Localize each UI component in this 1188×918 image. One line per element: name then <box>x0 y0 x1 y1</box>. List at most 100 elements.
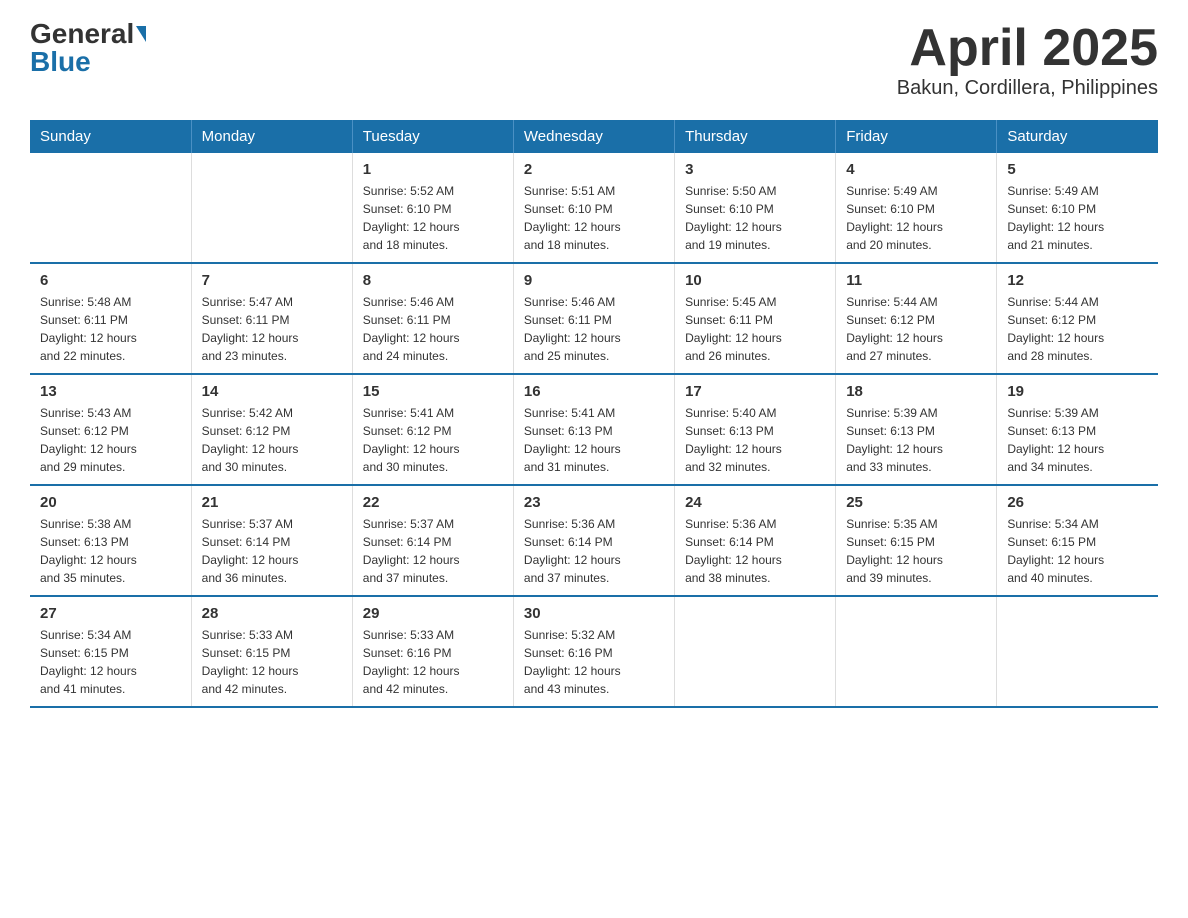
day-info: Sunrise: 5:36 AMSunset: 6:14 PMDaylight:… <box>524 515 664 587</box>
day-info: Sunrise: 5:48 AMSunset: 6:11 PMDaylight:… <box>40 293 181 365</box>
day-info: Sunrise: 5:38 AMSunset: 6:13 PMDaylight:… <box>40 515 181 587</box>
calendar-cell: 11 Sunrise: 5:44 AMSunset: 6:12 PMDayligh… <box>836 263 997 374</box>
day-header-tuesday: Tuesday <box>352 120 513 153</box>
calendar-cell: 20Sunrise: 5:38 AMSunset: 6:13 PMDayligh… <box>30 485 191 596</box>
week-row-1: 1 Sunrise: 5:52 AMSunset: 6:10 PMDaylight… <box>30 153 1158 263</box>
title-block: April 2025 Bakun, Cordillera, Philippine… <box>897 20 1158 100</box>
day-info: Sunrise: 5:33 AMSunset: 6:16 PMDaylight:… <box>363 626 503 698</box>
day-info: Sunrise: 5:40 AMSunset: 6:13 PMDaylight:… <box>685 404 825 476</box>
day-number: 17 <box>685 383 825 400</box>
day-info: Sunrise: 5:32 AMSunset: 6:16 PMDaylight:… <box>524 626 664 698</box>
day-number: 22 <box>363 494 503 511</box>
day-number: 16 <box>524 383 664 400</box>
day-number: 15 <box>363 383 503 400</box>
day-number: 30 <box>524 605 664 622</box>
day-info: Sunrise: 5:43 AMSunset: 6:12 PMDaylight:… <box>40 404 181 476</box>
day-header-wednesday: Wednesday <box>513 120 674 153</box>
calendar-cell: 21Sunrise: 5:37 AMSunset: 6:14 PMDayligh… <box>191 485 352 596</box>
day-info: Sunrise: 5:35 AMSunset: 6:15 PMDaylight:… <box>846 515 986 587</box>
day-info: Sunrise: 5:39 AMSunset: 6:13 PMDaylight:… <box>846 404 986 476</box>
day-info: Sunrise: 5:37 AMSunset: 6:14 PMDaylight:… <box>363 515 503 587</box>
calendar-cell: 24Sunrise: 5:36 AMSunset: 6:14 PMDayligh… <box>675 485 836 596</box>
calendar-cell: 4 Sunrise: 5:49 AMSunset: 6:10 PMDaylight… <box>836 153 997 263</box>
day-info: Sunrise: 5:49 AMSunset: 6:10 PMDaylight:… <box>846 182 986 254</box>
week-row-3: 13 Sunrise: 5:43 AMSunset: 6:12 PMDayligh… <box>30 374 1158 485</box>
calendar-cell: 9Sunrise: 5:46 AMSunset: 6:11 PMDaylight… <box>513 263 674 374</box>
week-row-5: 27 Sunrise: 5:34 AMSunset: 6:15 PMDayligh… <box>30 596 1158 707</box>
day-number: 6 <box>40 272 181 289</box>
calendar-cell <box>997 596 1158 707</box>
calendar-cell: 29 Sunrise: 5:33 AMSunset: 6:16 PMDayligh… <box>352 596 513 707</box>
day-info: Sunrise: 5:34 AMSunset: 6:15 PMDaylight:… <box>40 626 181 698</box>
day-info: Sunrise: 5:49 AMSunset: 6:10 PMDaylight:… <box>1007 182 1148 254</box>
week-row-4: 20Sunrise: 5:38 AMSunset: 6:13 PMDayligh… <box>30 485 1158 596</box>
day-info: Sunrise: 5:50 AMSunset: 6:10 PMDaylight:… <box>685 182 825 254</box>
day-number: 25 <box>846 494 986 511</box>
day-header-sunday: Sunday <box>30 120 191 153</box>
day-number: 3 <box>685 161 825 178</box>
calendar-cell: 8Sunrise: 5:46 AMSunset: 6:11 PMDaylight… <box>352 263 513 374</box>
day-info: Sunrise: 5:46 AMSunset: 6:11 PMDaylight:… <box>363 293 503 365</box>
calendar-cell: 17 Sunrise: 5:40 AMSunset: 6:13 PMDayligh… <box>675 374 836 485</box>
day-info: Sunrise: 5:52 AMSunset: 6:10 PMDaylight:… <box>363 182 503 254</box>
header-row: SundayMondayTuesdayWednesdayThursdayFrid… <box>30 120 1158 153</box>
calendar-cell: 14 Sunrise: 5:42 AMSunset: 6:12 PMDayligh… <box>191 374 352 485</box>
calendar-cell <box>836 596 997 707</box>
calendar-cell: 16 Sunrise: 5:41 AMSunset: 6:13 PMDayligh… <box>513 374 674 485</box>
calendar-cell: 27 Sunrise: 5:34 AMSunset: 6:15 PMDayligh… <box>30 596 191 707</box>
calendar-cell: 28 Sunrise: 5:33 AMSunset: 6:15 PMDayligh… <box>191 596 352 707</box>
page-header: General Blue April 2025 Bakun, Cordiller… <box>30 20 1158 100</box>
day-info: Sunrise: 5:47 AMSunset: 6:11 PMDaylight:… <box>202 293 342 365</box>
day-info: Sunrise: 5:44 AMSunset: 6:12 PMDaylight:… <box>846 293 986 365</box>
logo-general-text: General <box>30 20 134 48</box>
calendar-cell <box>191 153 352 263</box>
calendar-cell: 26 Sunrise: 5:34 AMSunset: 6:15 PMDayligh… <box>997 485 1158 596</box>
calendar-cell <box>30 153 191 263</box>
day-number: 7 <box>202 272 342 289</box>
day-number: 29 <box>363 605 503 622</box>
calendar-cell: 7 Sunrise: 5:47 AMSunset: 6:11 PMDaylight… <box>191 263 352 374</box>
day-info: Sunrise: 5:34 AMSunset: 6:15 PMDaylight:… <box>1007 515 1148 587</box>
day-info: Sunrise: 5:39 AMSunset: 6:13 PMDaylight:… <box>1007 404 1148 476</box>
day-number: 12 <box>1007 272 1148 289</box>
day-number: 1 <box>363 161 503 178</box>
day-header-friday: Friday <box>836 120 997 153</box>
day-info: Sunrise: 5:33 AMSunset: 6:15 PMDaylight:… <box>202 626 342 698</box>
day-number: 13 <box>40 383 181 400</box>
week-row-2: 6 Sunrise: 5:48 AMSunset: 6:11 PMDaylight… <box>30 263 1158 374</box>
calendar-cell: 22 Sunrise: 5:37 AMSunset: 6:14 PMDayligh… <box>352 485 513 596</box>
day-number: 14 <box>202 383 342 400</box>
day-number: 11 <box>846 272 986 289</box>
day-info: Sunrise: 5:41 AMSunset: 6:13 PMDaylight:… <box>524 404 664 476</box>
day-number: 10 <box>685 272 825 289</box>
day-number: 4 <box>846 161 986 178</box>
day-number: 27 <box>40 605 181 622</box>
calendar-cell: 5 Sunrise: 5:49 AMSunset: 6:10 PMDaylight… <box>997 153 1158 263</box>
day-number: 24 <box>685 494 825 511</box>
day-number: 23 <box>524 494 664 511</box>
day-header-thursday: Thursday <box>675 120 836 153</box>
day-number: 5 <box>1007 161 1148 178</box>
day-info: Sunrise: 5:51 AMSunset: 6:10 PMDaylight:… <box>524 182 664 254</box>
calendar-title: April 2025 <box>897 20 1158 77</box>
calendar-subtitle: Bakun, Cordillera, Philippines <box>897 77 1158 100</box>
calendar-table: SundayMondayTuesdayWednesdayThursdayFrid… <box>30 120 1158 708</box>
day-number: 19 <box>1007 383 1148 400</box>
calendar-cell: 3 Sunrise: 5:50 AMSunset: 6:10 PMDaylight… <box>675 153 836 263</box>
day-number: 2 <box>524 161 664 178</box>
day-number: 26 <box>1007 494 1148 511</box>
day-info: Sunrise: 5:42 AMSunset: 6:12 PMDaylight:… <box>202 404 342 476</box>
day-number: 18 <box>846 383 986 400</box>
day-info: Sunrise: 5:46 AMSunset: 6:11 PMDaylight:… <box>524 293 664 365</box>
day-info: Sunrise: 5:41 AMSunset: 6:12 PMDaylight:… <box>363 404 503 476</box>
day-info: Sunrise: 5:44 AMSunset: 6:12 PMDaylight:… <box>1007 293 1148 365</box>
day-number: 21 <box>202 494 342 511</box>
day-number: 28 <box>202 605 342 622</box>
day-header-saturday: Saturday <box>997 120 1158 153</box>
calendar-cell: 6 Sunrise: 5:48 AMSunset: 6:11 PMDaylight… <box>30 263 191 374</box>
calendar-cell <box>675 596 836 707</box>
calendar-cell: 30 Sunrise: 5:32 AMSunset: 6:16 PMDayligh… <box>513 596 674 707</box>
calendar-cell: 10Sunrise: 5:45 AMSunset: 6:11 PMDayligh… <box>675 263 836 374</box>
calendar-cell: 19 Sunrise: 5:39 AMSunset: 6:13 PMDayligh… <box>997 374 1158 485</box>
calendar-cell: 25 Sunrise: 5:35 AMSunset: 6:15 PMDayligh… <box>836 485 997 596</box>
